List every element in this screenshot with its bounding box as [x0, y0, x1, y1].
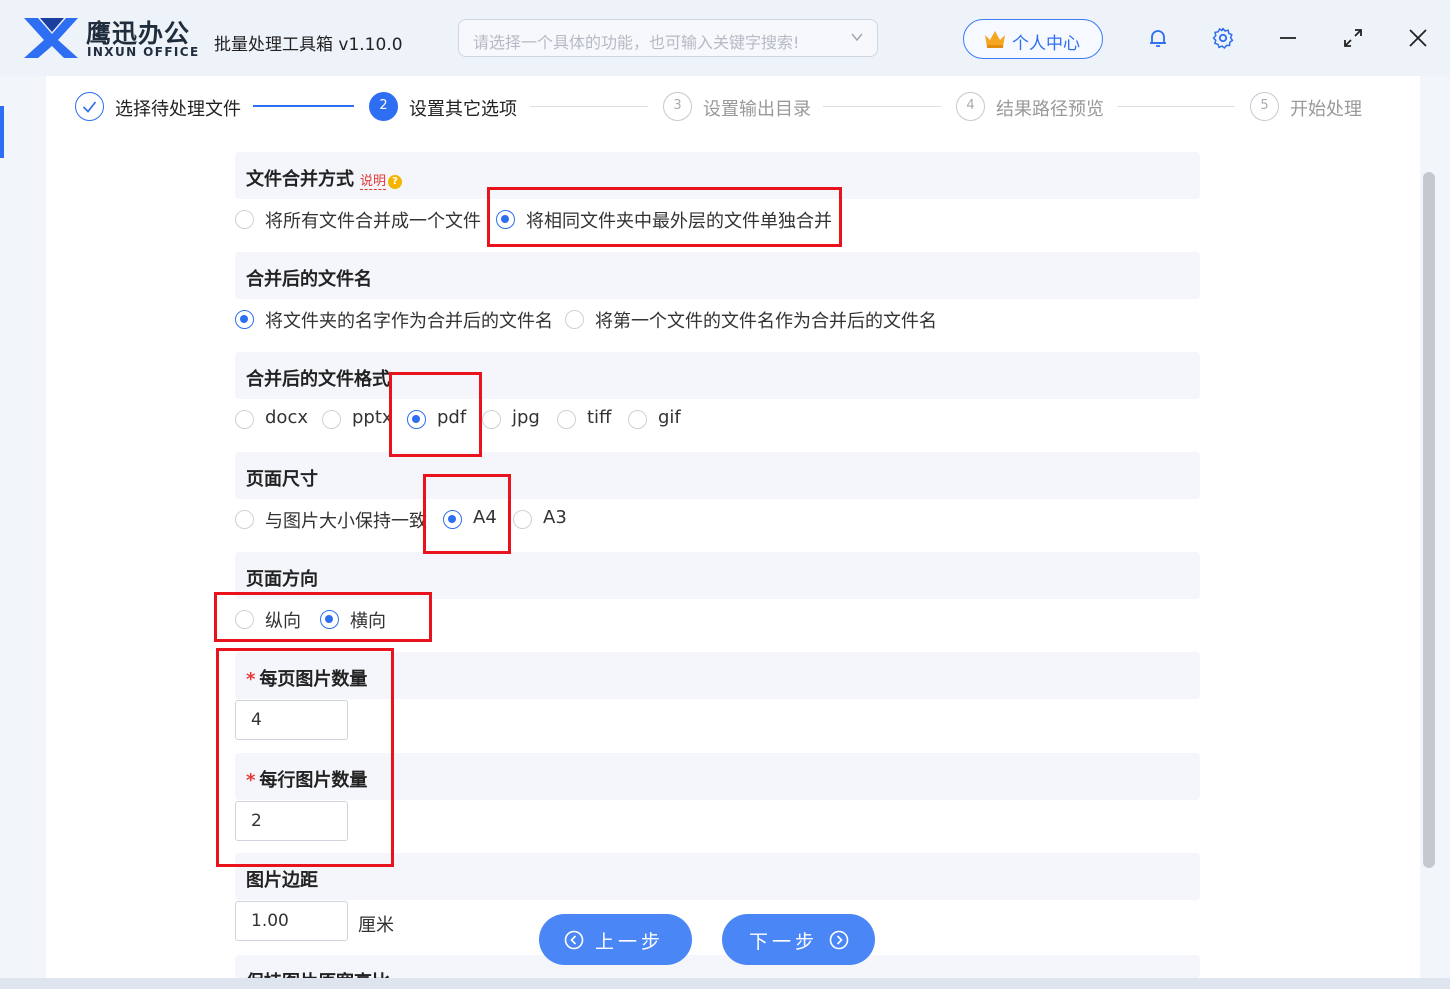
next-step-label: 下一步	[749, 931, 819, 953]
radio-circle[interactable]	[628, 410, 647, 429]
step-label: 选择待处理文件	[115, 99, 241, 120]
bell-icon[interactable]	[1146, 26, 1170, 50]
highlight-orientation	[214, 592, 432, 642]
step-label: 开始处理	[1290, 99, 1362, 120]
section-title: 页面尺寸	[246, 469, 318, 490]
check-icon	[82, 101, 97, 113]
section-title: 合并后的文件格式	[246, 369, 390, 390]
next-step-button[interactable]: 下一步	[722, 914, 875, 965]
radio-circle[interactable]	[322, 410, 341, 429]
search-placeholder: 请选择一个具体的功能，也可输入关键字搜索!	[473, 33, 800, 52]
app-title: 批量处理工具箱 v1.10.0	[214, 35, 403, 55]
question-icon[interactable]: ?	[388, 175, 403, 189]
section-title: 页面方向	[246, 569, 318, 590]
radio-circle[interactable]	[565, 310, 584, 329]
close-icon[interactable]	[1406, 26, 1430, 50]
radio-circle[interactable]	[235, 310, 254, 329]
step-1-done	[75, 92, 104, 121]
scrollbar-thumb[interactable]	[1423, 172, 1435, 868]
left-rail	[0, 76, 46, 978]
radio-label: pptx	[352, 407, 393, 428]
section-merged-name: 合并后的文件名	[235, 252, 1200, 299]
radio-label: tiff	[587, 407, 612, 428]
user-center-label: 个人中心	[1012, 34, 1080, 54]
image-margin-input[interactable]: 1.00	[235, 901, 348, 941]
left-rail-indicator	[0, 106, 4, 158]
step-connector	[1117, 106, 1235, 107]
radio-circle[interactable]	[482, 410, 501, 429]
highlight-image-counts	[216, 648, 394, 867]
user-center-button[interactable]: 个人中心	[963, 19, 1103, 59]
margin-unit: 厘米	[358, 915, 394, 936]
radio-label: A3	[543, 507, 567, 528]
prev-step-button[interactable]: 上一步	[539, 914, 692, 965]
step-label: 设置其它选项	[409, 99, 517, 120]
section-merged-format: 合并后的文件格式	[235, 352, 1200, 399]
title-bar: 鹰迅办公 INXUN OFFICE 批量处理工具箱 v1.10.0 请选择一个具…	[0, 0, 1450, 76]
highlight-merge-by-folder	[487, 187, 842, 247]
step-number: 4	[956, 92, 985, 121]
radio-label: gif	[658, 407, 681, 428]
section-title: 保持图片原宽高比	[246, 968, 390, 978]
prev-step-label: 上一步	[595, 931, 665, 953]
radio-circle[interactable]	[513, 510, 532, 529]
app-logo	[24, 18, 78, 58]
minimize-icon[interactable]	[1276, 26, 1300, 50]
help-link[interactable]: 说明	[360, 174, 387, 190]
radio-circle[interactable]	[235, 410, 254, 429]
radio-label: 将第一个文件的文件名作为合并后的文件名	[595, 311, 937, 332]
brand-name-en: INXUN OFFICE	[87, 45, 200, 59]
highlight-a4	[423, 474, 511, 554]
arrow-right-circle-icon	[829, 930, 849, 950]
section-title: 文件合并方式	[246, 169, 354, 190]
step-label: 设置输出目录	[703, 99, 811, 120]
radio-circle[interactable]	[557, 410, 576, 429]
radio-circle[interactable]	[235, 510, 254, 529]
function-search-select[interactable]: 请选择一个具体的功能，也可输入关键字搜索!	[458, 19, 878, 57]
radio-circle[interactable]	[235, 210, 254, 229]
arrow-left-circle-icon	[564, 930, 584, 950]
bottom-border	[0, 978, 1450, 989]
section-title: 图片边距	[246, 870, 318, 891]
highlight-pdf	[389, 372, 482, 457]
step-connector	[253, 105, 354, 107]
section-title: 合并后的文件名	[246, 269, 372, 290]
section-keep-ratio: 保持图片原宽高比	[235, 955, 1200, 978]
radio-label: 将所有文件合并成一个文件	[265, 211, 481, 232]
step-connector	[823, 106, 941, 107]
crown-icon	[985, 31, 1005, 48]
step-number: 3	[663, 92, 692, 121]
chevron-down-icon	[851, 33, 863, 42]
step-number: 2	[369, 92, 398, 121]
step-connector	[530, 106, 648, 107]
gear-icon[interactable]	[1211, 26, 1235, 50]
radio-label: 将文件夹的名字作为合并后的文件名	[265, 311, 553, 332]
radio-label: docx	[265, 407, 308, 428]
section-page-size: 页面尺寸	[235, 452, 1200, 499]
radio-label: 与图片大小保持一致	[265, 511, 427, 532]
step-number: 5	[1250, 92, 1279, 121]
step-label: 结果路径预览	[996, 99, 1104, 120]
radio-label: jpg	[512, 407, 540, 428]
expand-icon[interactable]	[1341, 26, 1365, 50]
